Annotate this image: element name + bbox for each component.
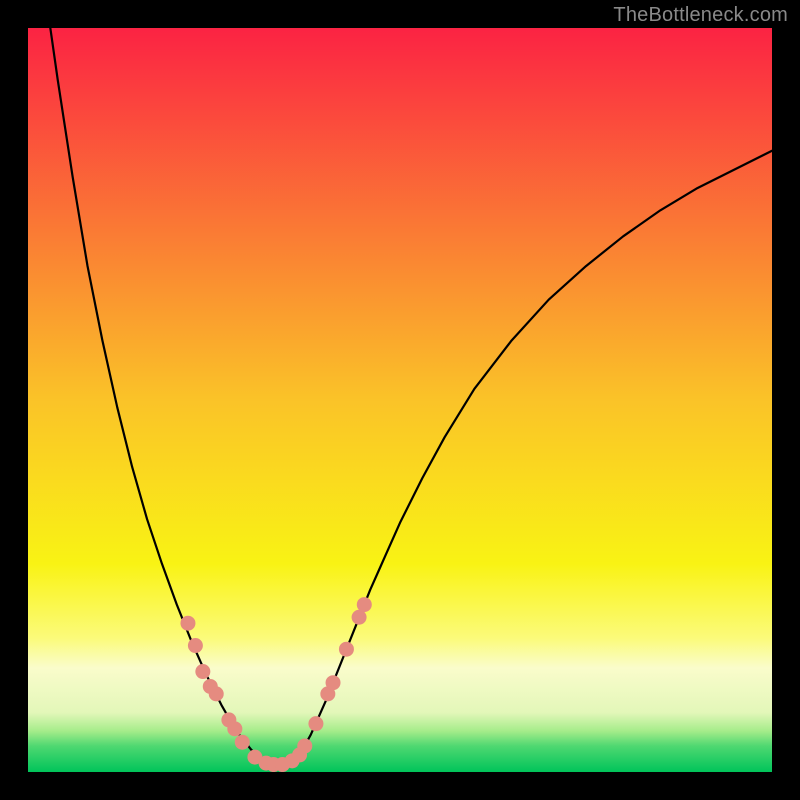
- data-marker: [227, 721, 242, 736]
- data-marker: [326, 675, 341, 690]
- gradient-background: [28, 28, 772, 772]
- bottleneck-chart: [28, 28, 772, 772]
- data-marker: [235, 735, 250, 750]
- data-marker: [188, 638, 203, 653]
- data-marker: [180, 616, 195, 631]
- data-marker: [195, 664, 210, 679]
- data-marker: [297, 738, 312, 753]
- data-marker: [308, 716, 323, 731]
- watermark-text: TheBottleneck.com: [613, 4, 788, 27]
- data-marker: [209, 686, 224, 701]
- data-marker: [339, 642, 354, 657]
- data-marker: [357, 597, 372, 612]
